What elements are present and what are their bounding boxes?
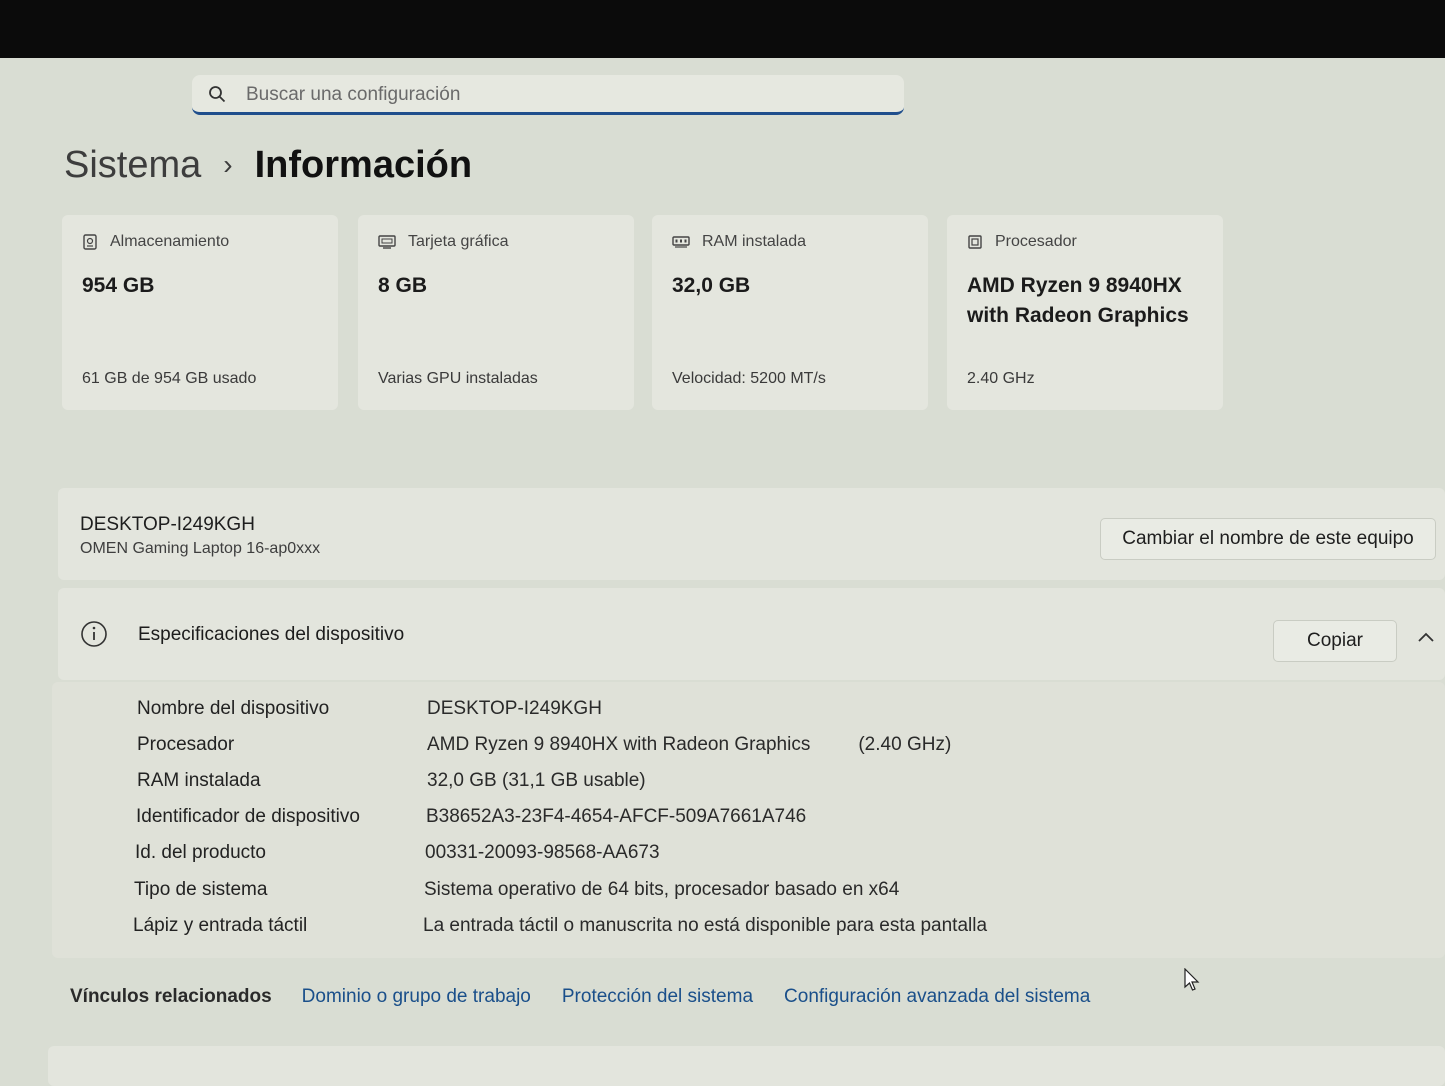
spec-row: Identificador de dispositivo B38652A3-23… <box>136 806 806 828</box>
spec-key: Procesador <box>137 734 235 755</box>
spec-row: Id. del producto 00331-20093-98568-AA673 <box>135 842 660 864</box>
spec-value[interactable]: 32,0 GB (31,1 GB usable) <box>427 770 646 792</box>
spec-key: Nombre del dispositivo <box>137 698 330 719</box>
card-storage[interactable]: Almacenamiento 954 GB 61 GB de 954 GB us… <box>62 215 338 410</box>
spec-value[interactable]: B38652A3-23F4-4654-AFCF-509A7661A746 <box>426 806 806 828</box>
card-gpu[interactable]: Tarjeta gráfica 8 GB Varias GPU instalad… <box>358 215 634 410</box>
spec-key: Id. del producto <box>135 842 266 863</box>
spec-value-extra: (2.40 GHz) <box>858 734 952 755</box>
spec-value[interactable]: DESKTOP-I249KGH <box>427 698 602 720</box>
storage-icon <box>83 234 97 250</box>
link-system-protection[interactable]: Protección del sistema <box>562 986 753 1008</box>
spec-key: RAM instalada <box>137 770 261 791</box>
spec-row: Procesador AMD Ryzen 9 8940HX with Radeo… <box>137 734 951 756</box>
related-links: Vínculos relacionados Dominio o grupo de… <box>70 986 1121 1008</box>
card-subtext: Velocidad: 5200 MT/s <box>672 370 826 387</box>
next-section-panel <box>48 1046 1445 1086</box>
card-ram[interactable]: RAM instalada 32,0 GB Velocidad: 5200 MT… <box>652 215 928 410</box>
spec-key: Tipo de sistema <box>134 879 268 900</box>
related-links-label: Vínculos relacionados <box>70 986 272 1007</box>
breadcrumb-parent[interactable]: Sistema <box>64 144 201 187</box>
spec-key: Identificador de dispositivo <box>136 806 360 827</box>
spec-row: Nombre del dispositivo DESKTOP-I249KGH <box>137 698 602 720</box>
card-subtext: 61 GB de 954 GB usado <box>82 370 257 387</box>
card-subtext: Varias GPU instaladas <box>378 370 538 387</box>
copy-button[interactable]: Copiar <box>1273 620 1397 662</box>
card-title: Tarjeta gráfica <box>408 233 509 250</box>
info-icon <box>81 621 107 647</box>
gpu-icon <box>378 235 396 249</box>
search-input[interactable] <box>244 82 888 108</box>
card-title: Almacenamiento <box>110 233 230 250</box>
rename-pc-button[interactable]: Cambiar el nombre de este equipo <box>1100 518 1436 560</box>
spec-value[interactable]: 00331-20093-98568-AA673 <box>425 842 660 864</box>
page-title: Información <box>254 143 473 186</box>
search-icon <box>209 86 226 103</box>
ram-icon <box>672 236 690 248</box>
spec-value[interactable]: Sistema operativo de 64 bits, procesador… <box>424 879 899 901</box>
card-value: 8 GB <box>378 274 428 297</box>
card-subtext: 2.40 GHz <box>967 370 1035 387</box>
spec-value[interactable]: La entrada táctil o manuscrita no está d… <box>423 915 987 937</box>
mouse-cursor-icon <box>1184 968 1200 991</box>
spec-key: Lápiz y entrada táctil <box>133 915 308 936</box>
link-domain-workgroup[interactable]: Dominio o grupo de trabajo <box>302 986 531 1008</box>
search-box[interactable] <box>192 75 904 115</box>
card-title: Procesador <box>995 233 1077 250</box>
device-name: DESKTOP-I249KGH <box>80 514 255 535</box>
card-processor[interactable]: Procesador AMD Ryzen 9 8940HX with Radeo… <box>947 215 1223 410</box>
card-value: 954 GB <box>82 274 155 297</box>
spec-row: Tipo de sistema Sistema operativo de 64 … <box>134 879 899 901</box>
top-bezel <box>0 0 1445 58</box>
spec-row: Lápiz y entrada táctil La entrada táctil… <box>133 915 987 937</box>
device-model: OMEN Gaming Laptop 16-ap0xxx <box>80 540 321 557</box>
spec-row: RAM instalada 32,0 GB (31,1 GB usable) <box>137 770 646 792</box>
spec-value[interactable]: AMD Ryzen 9 8940HX with Radeon Graphics <box>427 734 810 756</box>
breadcrumb-separator: › <box>223 149 233 180</box>
specs-title: Especificaciones del dispositivo <box>138 624 405 645</box>
card-value: AMD Ryzen 9 8940HX with Radeon Graphics <box>967 274 1189 327</box>
processor-icon <box>968 235 982 249</box>
card-value: 32,0 GB <box>672 274 751 297</box>
chevron-up-icon[interactable] <box>1416 630 1436 644</box>
breadcrumb: Sistema › Información <box>64 140 472 190</box>
link-advanced-system-settings[interactable]: Configuración avanzada del sistema <box>784 986 1090 1008</box>
card-title: RAM instalada <box>702 233 807 250</box>
